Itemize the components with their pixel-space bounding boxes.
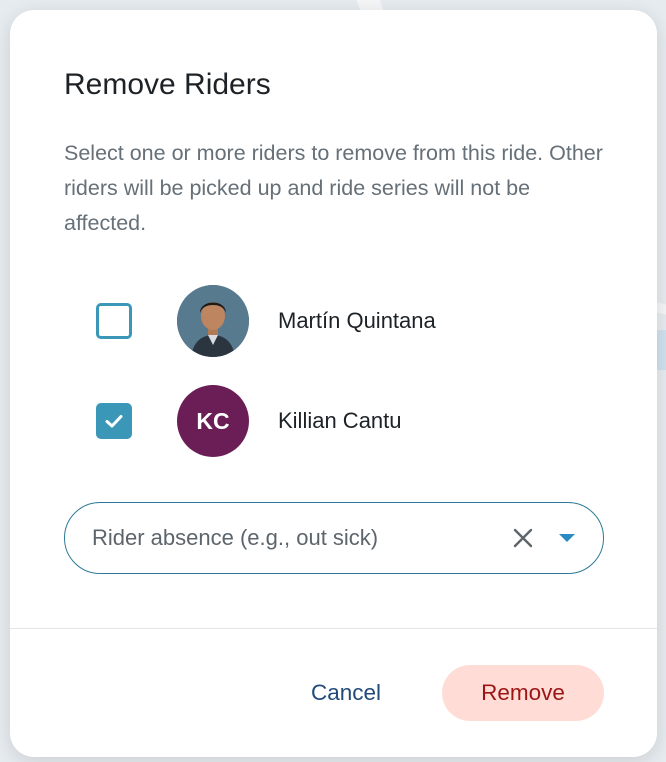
dropdown-arrow-icon[interactable] xyxy=(557,532,577,544)
cancel-button[interactable]: Cancel xyxy=(288,665,404,721)
rider-checkbox[interactable] xyxy=(96,403,132,439)
clear-icon[interactable] xyxy=(511,526,535,550)
dialog-description: Select one or more riders to remove from… xyxy=(64,141,603,235)
rider-name: Killian Cantu xyxy=(278,408,402,433)
rider-avatar-initials: KC xyxy=(177,385,249,457)
rider-avatar-photo xyxy=(177,285,249,357)
rider-row: KC Killian Cantu xyxy=(96,385,576,457)
dialog-title: Remove Riders xyxy=(64,68,271,101)
check-icon xyxy=(104,413,124,429)
reason-select[interactable]: Rider absence (e.g., out sick) xyxy=(64,502,604,574)
reason-value: Rider absence (e.g., out sick) xyxy=(92,525,379,550)
footer-divider xyxy=(10,628,657,629)
remove-button[interactable]: Remove xyxy=(442,665,604,721)
rider-name: Martín Quintana xyxy=(278,308,436,333)
remove-riders-dialog: Remove Riders Select one or more riders … xyxy=(10,10,657,757)
rider-checkbox[interactable] xyxy=(96,303,132,339)
rider-row: Martín Quintana xyxy=(96,285,576,357)
